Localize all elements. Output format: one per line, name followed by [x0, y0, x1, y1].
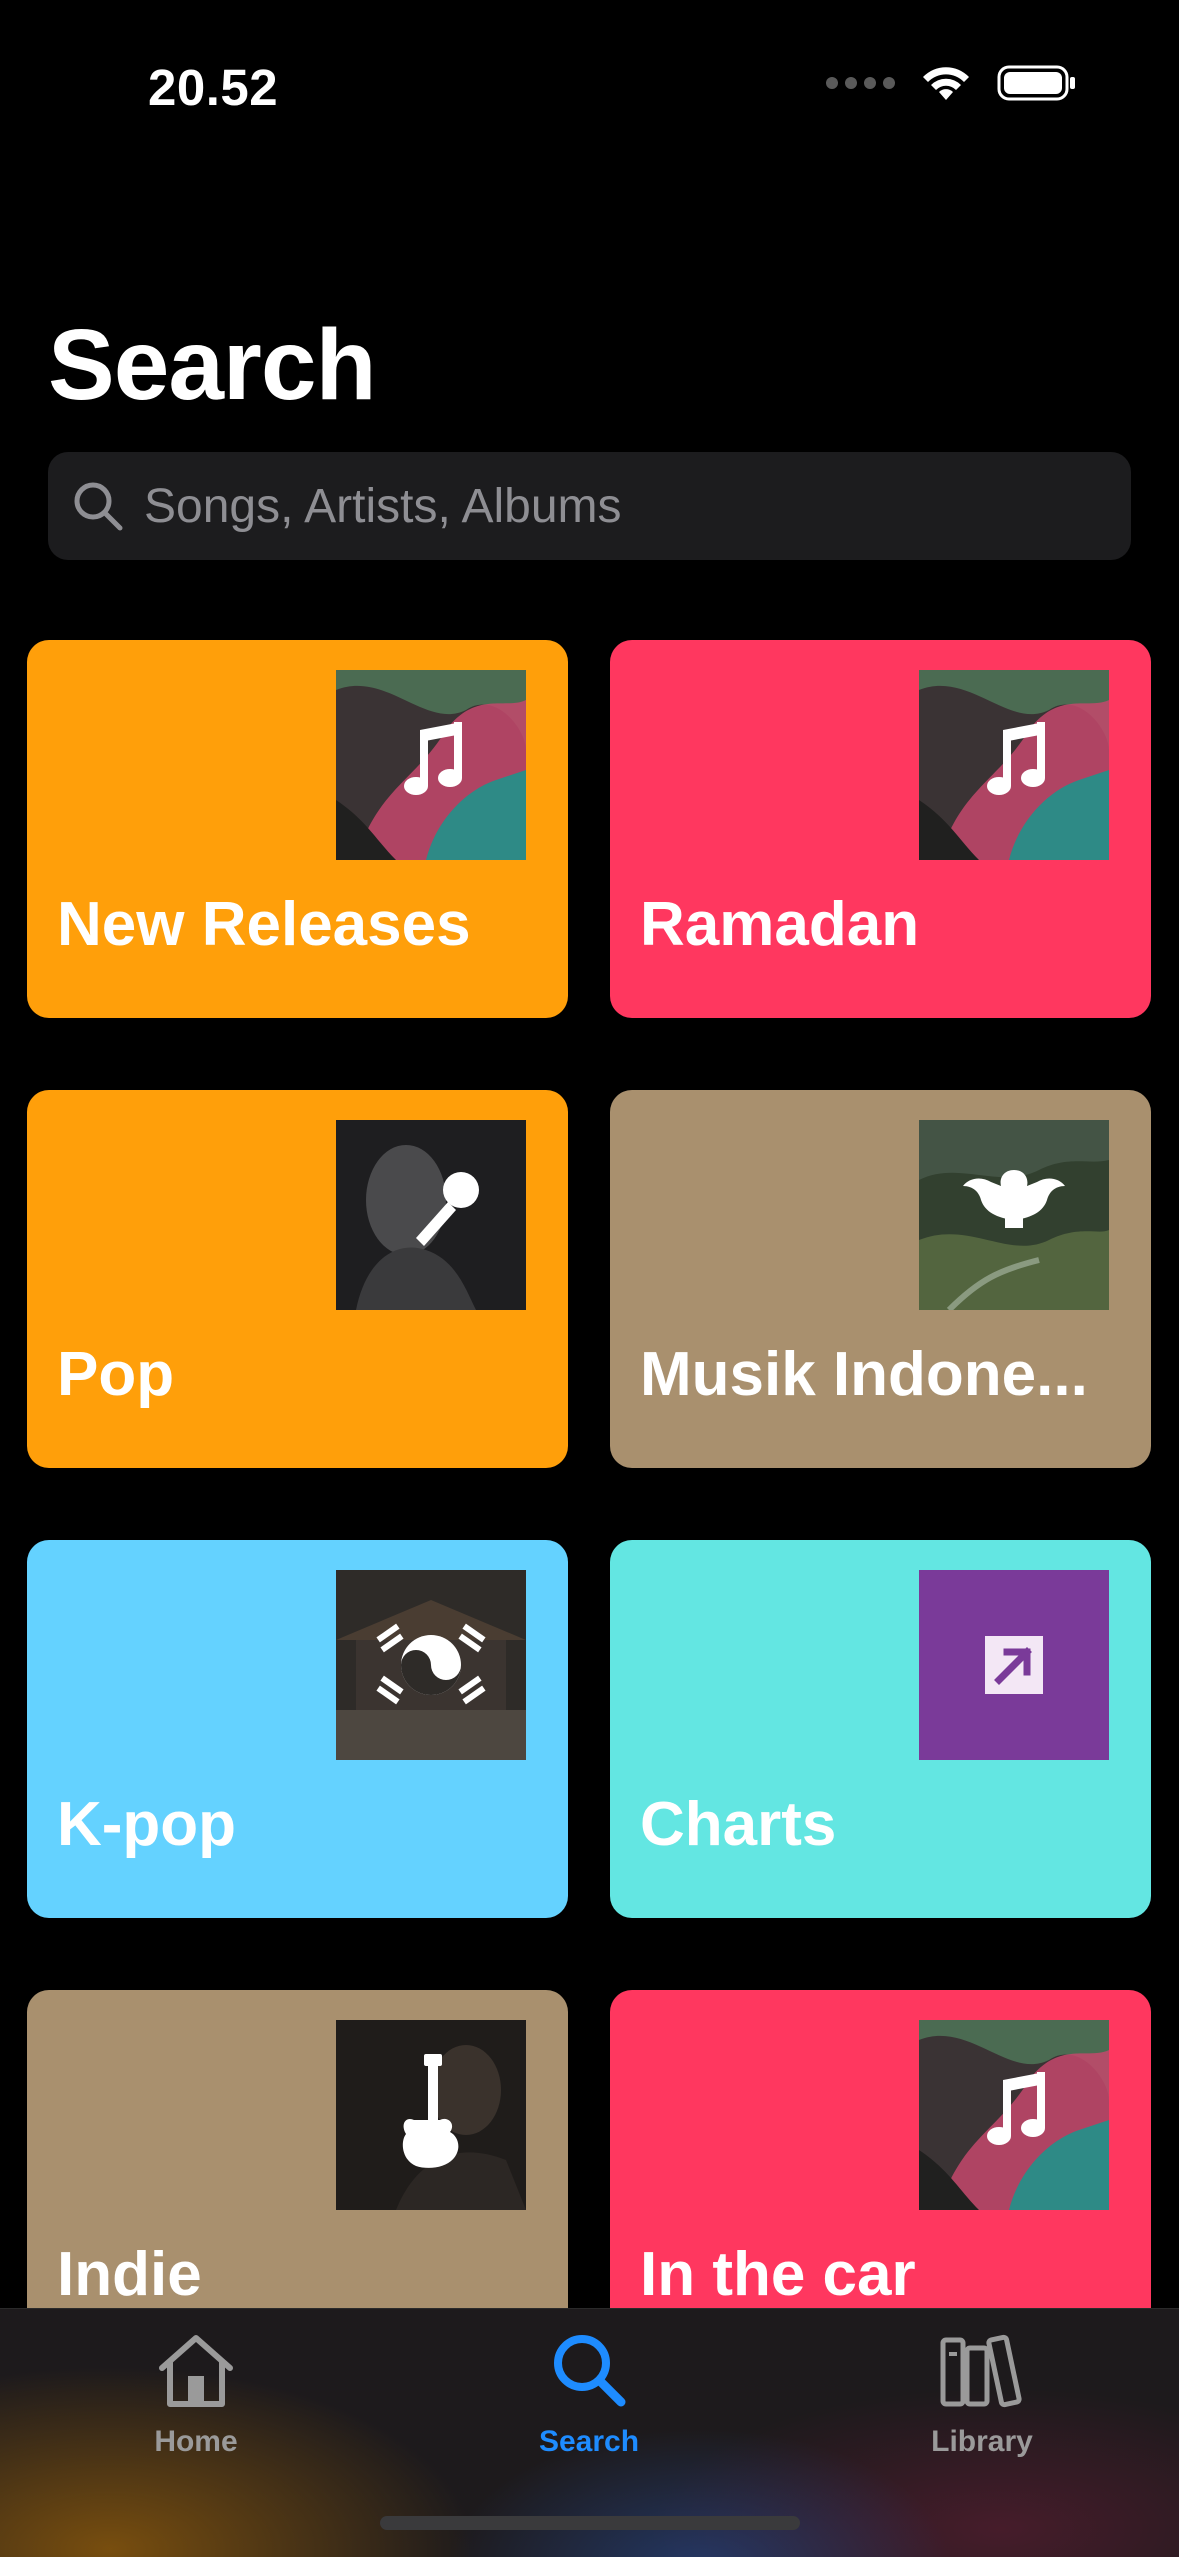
tab-search[interactable]: Search — [479, 2325, 699, 2459]
status-indicators — [826, 64, 1077, 102]
category-artwork — [336, 1120, 526, 1310]
category-label: Charts — [640, 1790, 837, 1859]
category-artwork — [336, 1570, 526, 1760]
category-label: Pop — [57, 1340, 175, 1409]
category-card-new-releases[interactable]: New Releases — [27, 640, 568, 1018]
category-card-charts[interactable]: Charts — [610, 1540, 1151, 1918]
search-icon — [74, 482, 123, 531]
category-artwork — [919, 670, 1109, 860]
category-card-musik-indonesia[interactable]: Musik Indone... — [610, 1090, 1151, 1468]
category-label: New Releases — [57, 890, 471, 959]
cellular-signal-icon — [826, 77, 895, 89]
page-title: Search — [48, 309, 377, 421]
category-label: Musik Indone... — [640, 1340, 1088, 1409]
wifi-icon — [923, 67, 969, 100]
house-icon — [159, 2335, 233, 2407]
search-input[interactable] — [144, 478, 1044, 534]
category-artwork — [336, 670, 526, 860]
category-label: In the car — [640, 2240, 916, 2309]
battery-icon — [997, 65, 1075, 101]
tab-label: Home — [154, 2425, 238, 2458]
category-artwork — [336, 2020, 526, 2210]
search-bar[interactable] — [48, 452, 1131, 560]
home-indicator[interactable] — [380, 2516, 800, 2530]
status-time: 20.52 — [148, 59, 279, 116]
category-card-k-pop[interactable]: K-pop — [27, 1540, 568, 1918]
tab-library[interactable]: Library — [872, 2325, 1092, 2459]
category-card-pop[interactable]: Pop — [27, 1090, 568, 1468]
category-card-ramadan[interactable]: Ramadan — [610, 640, 1151, 1018]
category-artwork — [919, 2020, 1109, 2210]
category-artwork — [919, 1570, 1109, 1760]
tab-home[interactable]: Home — [86, 2325, 306, 2459]
tab-label: Search — [538, 2425, 640, 2458]
category-label: Ramadan — [640, 890, 920, 959]
tab-label: Library — [931, 2425, 1033, 2458]
category-label: K-pop — [57, 1790, 237, 1859]
books-icon — [940, 2334, 1022, 2408]
category-artwork — [919, 1120, 1109, 1310]
category-label: Indie — [57, 2240, 202, 2309]
magnifier-icon — [554, 2335, 626, 2407]
